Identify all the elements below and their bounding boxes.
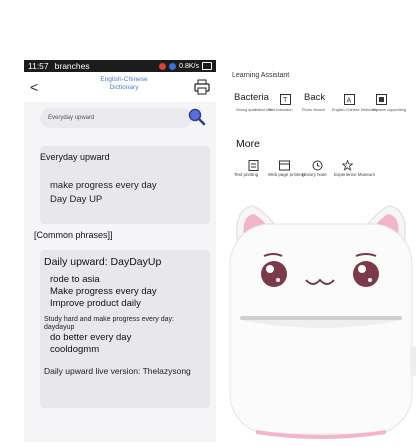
web-printing-icon[interactable] (279, 158, 290, 171)
label-copywriting: Chinese copywriting (372, 108, 406, 112)
label-text-extraction: Text extraction (268, 108, 293, 112)
status-time: 11:57 (28, 61, 49, 71)
label-museum: Experience Museum (334, 172, 376, 177)
result-card: Everyday upward make progress every day … (40, 146, 210, 224)
phrases-heading: Daily upward: DayDayUp (44, 256, 162, 268)
status-carrier: branches (54, 61, 90, 71)
phrase-item: cooldogmm (50, 344, 100, 355)
search-input[interactable]: Everyday upward (40, 108, 192, 128)
text-printing-icon[interactable] (248, 158, 259, 171)
panel-title: Learning Assistant (232, 72, 290, 79)
result-query: Everyday upward (40, 152, 110, 162)
phrase-item: do better every day (50, 332, 132, 343)
phrase-item: Improve product daily (50, 298, 141, 309)
notification-icon (169, 62, 177, 70)
dictionary-icon[interactable]: A (344, 92, 355, 105)
common-phrases-label: [Common phrases]] (34, 230, 113, 240)
svg-text:T: T (283, 97, 288, 104)
phrase-item: rode to asia (50, 274, 100, 285)
word-back[interactable]: Back (304, 92, 325, 103)
phrase-item: Make progress every day (50, 286, 157, 297)
result-line: Day Day UP (50, 194, 103, 205)
back-button[interactable]: < (30, 79, 42, 95)
label-dictionary: English-Chinese Dictionary (332, 108, 378, 112)
app-header: < English-Chinese Dictionary (24, 72, 216, 102)
label-web-printing: Web page printing (268, 172, 305, 177)
label-history: History Note (302, 172, 327, 177)
app-badge-icon (159, 62, 167, 70)
more-heading: More (236, 138, 260, 150)
phrase-live: Daily upward live version: Thelazysong (44, 366, 191, 376)
network-speed: 0.8K/s (179, 62, 199, 70)
label-photo-search: Photo Search (302, 108, 326, 112)
museum-icon[interactable] (341, 158, 354, 171)
status-bar: 11:57 branches 0.8K/s (24, 60, 216, 72)
text-extraction-icon[interactable]: T (280, 92, 291, 105)
learning-assistant-panel: Learning Assistant Bacteria T Back A Str… (226, 64, 416, 190)
word-bacteria[interactable]: Bacteria (234, 92, 269, 103)
battery-icon (202, 62, 212, 70)
phrase-study: Study hard and make progress every day: (44, 316, 174, 323)
search-icon[interactable] (188, 108, 206, 126)
page-title: English-Chinese Dictionary (100, 76, 148, 91)
phrases-card: Daily upward: DayDayUp rode to asia Make… (40, 250, 210, 408)
phrase-study2: daydayup (44, 324, 75, 331)
history-icon[interactable] (312, 158, 323, 171)
label-text-printing: Text printing (234, 172, 259, 177)
cat-printer-illustration (226, 196, 416, 442)
svg-text:A: A (347, 98, 352, 105)
result-line: make progress every day (50, 180, 157, 191)
copywriting-icon[interactable] (376, 92, 387, 105)
status-indicators: 0.8K/s (159, 62, 212, 70)
printer-icon[interactable] (194, 79, 210, 95)
